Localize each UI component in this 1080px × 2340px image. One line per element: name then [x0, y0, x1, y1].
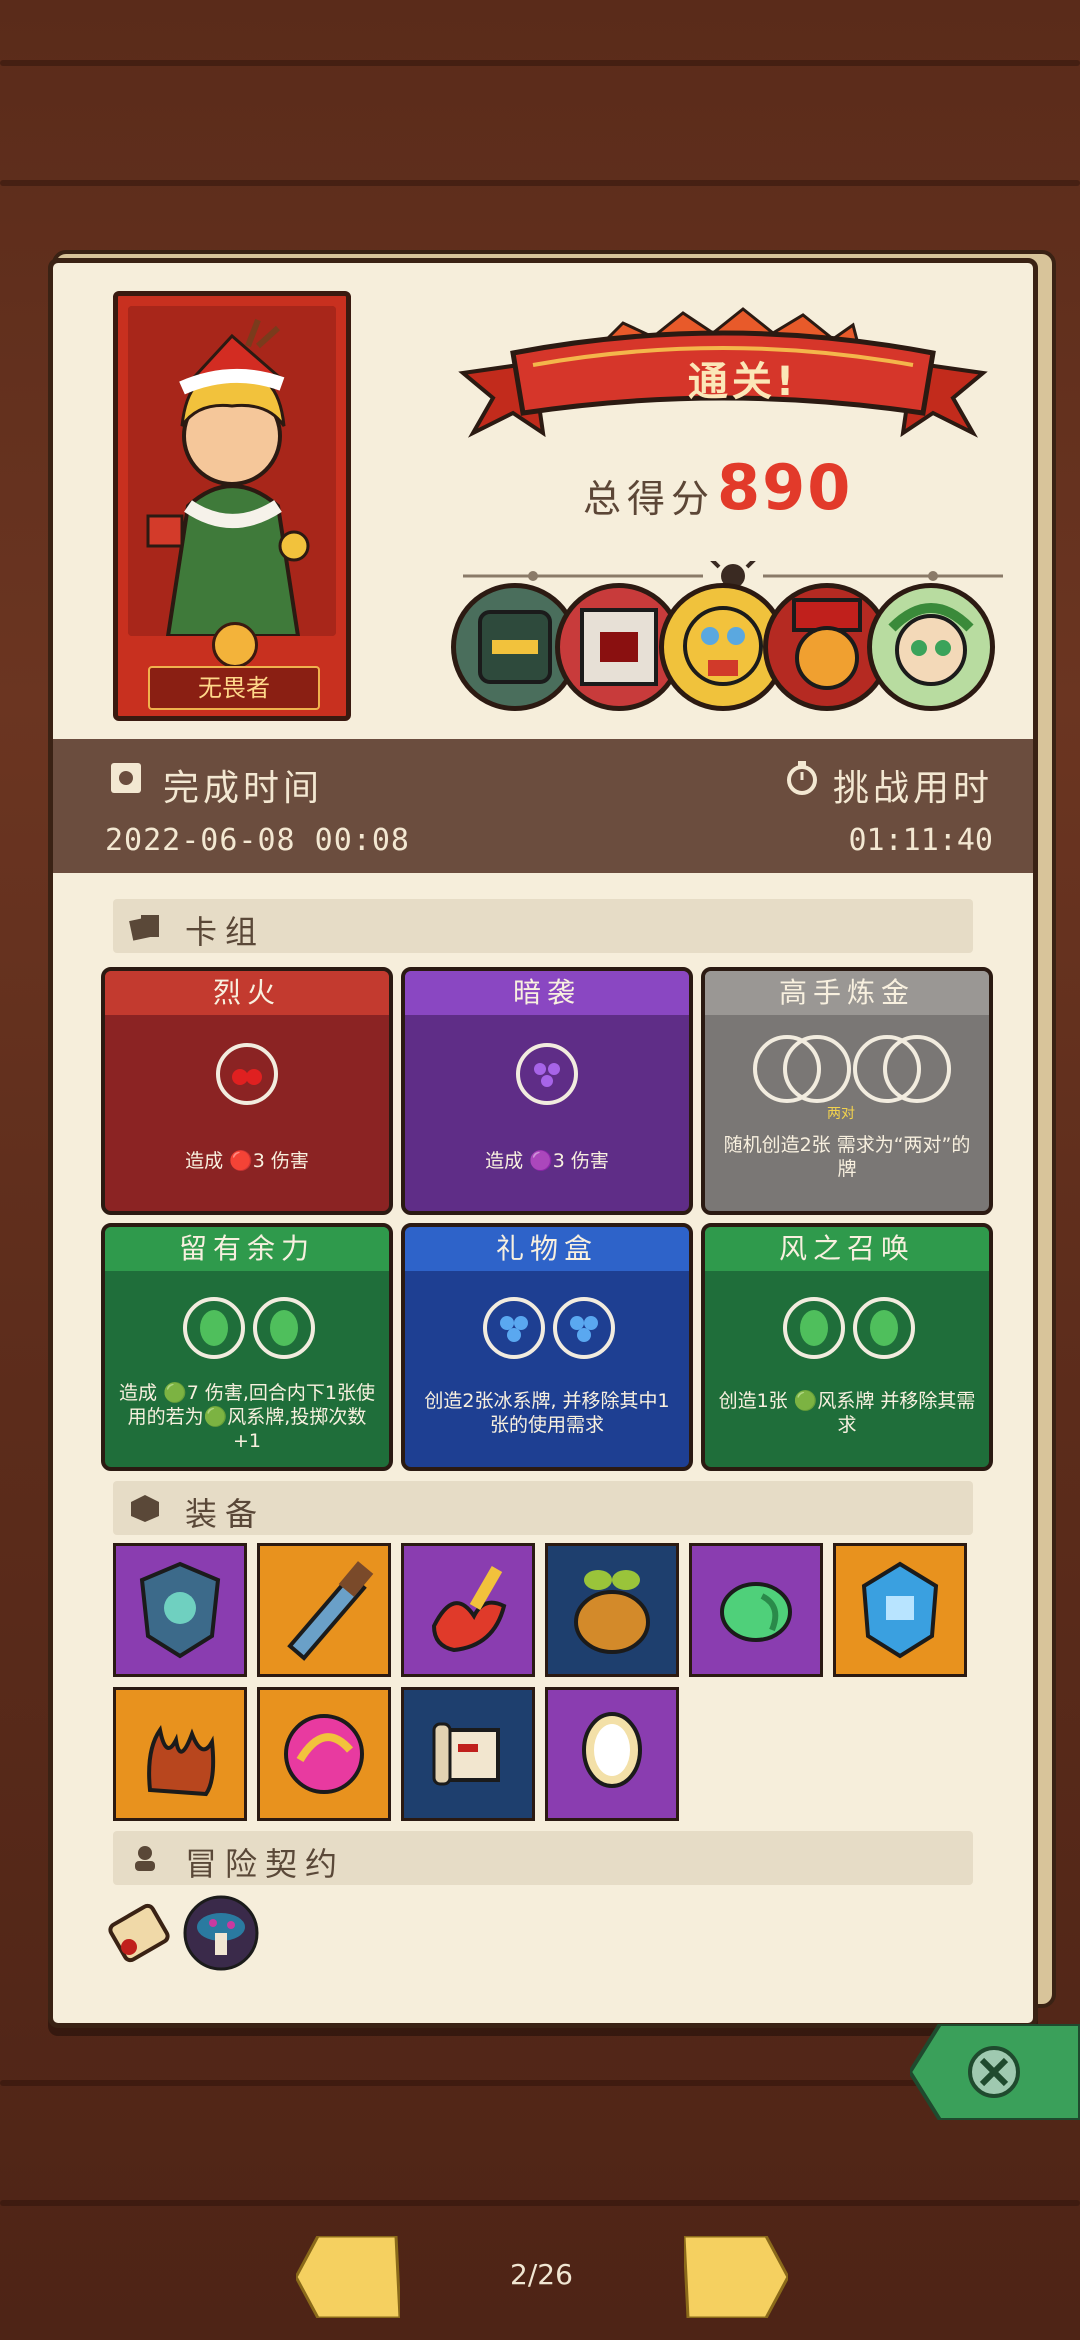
empty-slot-icon [783, 1035, 851, 1103]
card-body: 造成 🟣3 伤害 [405, 1015, 689, 1211]
deck-section-title: 卡组 [185, 913, 266, 951]
score-value: 890 [717, 451, 853, 524]
card-liuyou-yuli[interactable]: 留有余力 造成 🟢7 伤害,回合内下1张使用的若为🟢风系牌,投掷次数+1 [101, 1223, 393, 1471]
prev-page-button[interactable] [296, 2236, 400, 2318]
pink-orb-icon[interactable] [257, 1687, 391, 1821]
box-icon [131, 1495, 159, 1522]
card-body: 造成 🟢7 伤害,回合内下1张使用的若为🟢风系牌,投掷次数+1 [105, 1271, 389, 1467]
score-label: 总得分 [583, 477, 716, 521]
contracts-section-header: 冒险契约 [113, 1831, 973, 1885]
card-description: 创造1张 🟢风系牌 并移除其需求 [718, 1390, 976, 1436]
card-description: 造成 🟣3 伤害 [485, 1150, 609, 1172]
wood-grain [0, 2200, 1080, 2206]
cards-icon [129, 915, 159, 941]
wind-slot-icon [253, 1297, 315, 1359]
saw-blade-icon[interactable] [257, 1543, 391, 1677]
equipment-section-header: 装备 [113, 1481, 973, 1535]
scroll-icon[interactable] [401, 1687, 535, 1821]
ice-crest-icon[interactable] [833, 1543, 967, 1677]
page-indicator: 2/26 [510, 2258, 573, 2291]
requirement-note: 两对 [827, 1106, 855, 1122]
stopwatch-icon [787, 761, 817, 795]
wood-grain [0, 60, 1080, 66]
challenge-time-value: 01:11:40 [848, 823, 994, 858]
card-title: 烈火 [105, 971, 389, 1015]
card-title: 暗袭 [405, 971, 689, 1015]
green-wing-icon[interactable] [689, 1543, 823, 1677]
next-page-button[interactable] [684, 2236, 788, 2318]
card-title: 风之召唤 [705, 1227, 989, 1271]
card-description: 随机创造2张 需求为“两对”的牌 [723, 1134, 971, 1180]
completed-time-value: 2022-06-08 00:08 [105, 823, 410, 858]
equipment-section-title: 装备 [185, 1495, 266, 1533]
card-body: 创造2张冰系牌, 并移除其中1张的使用需求 [405, 1271, 689, 1467]
shield-relic-icon[interactable] [113, 1543, 247, 1677]
wind-slot-icon [183, 1297, 245, 1359]
empty-slot-icon [883, 1035, 951, 1103]
card-body: 创造1张 🟢风系牌 并移除其需求 [705, 1271, 989, 1467]
ice-slot-icon [553, 1297, 615, 1359]
deck-section-header: 卡组 [113, 899, 973, 953]
challenge-time-label: 挑战用时 [832, 768, 993, 809]
film-icon [111, 763, 141, 793]
card-description: 造成 🔴3 伤害 [185, 1150, 309, 1172]
victory-title: 通关! [687, 359, 799, 405]
wood-grain [0, 180, 1080, 186]
ice-slot-icon [483, 1297, 545, 1359]
card-title: 留有余力 [105, 1227, 389, 1271]
parchment-contract-icon[interactable] [101, 1893, 181, 1973]
card-liehuo[interactable]: 烈火 造成 🔴3 伤害 [101, 967, 393, 1215]
card-gaoshou-lianjin[interactable]: 高手炼金 两对 随机创造2张 需求为“两对”的牌 [701, 967, 993, 1215]
card-body: 造成 🔴3 伤害 [105, 1015, 389, 1211]
hero-medal-icon [212, 622, 258, 668]
fire-slot-icon [216, 1043, 278, 1105]
hero-name: 无畏者 [148, 666, 320, 710]
time-bar: 完成时间 挑战用时 2022-06-08 00:08 01:11:40 [53, 739, 1033, 873]
card-title: 高手炼金 [705, 971, 989, 1015]
flame-claw-icon[interactable] [113, 1687, 247, 1821]
card-anxi[interactable]: 暗袭 造成 🟣3 伤害 [401, 967, 693, 1215]
person-icon [135, 1846, 155, 1871]
mirror-icon[interactable] [545, 1687, 679, 1821]
card-body: 两对 随机创造2张 需求为“两对”的牌 [705, 1015, 989, 1211]
contracts-section-title: 冒险契约 [185, 1845, 346, 1883]
card-description: 创造2张冰系牌, 并移除其中1张的使用需求 [424, 1390, 670, 1436]
honey-pot-icon[interactable] [545, 1543, 679, 1677]
wind-slot-icon [853, 1297, 915, 1359]
completed-time-label: 完成时间 [163, 768, 324, 809]
boss-5-icon[interactable] [867, 583, 995, 711]
card-liwu-he[interactable]: 礼物盒 创造2张冰系牌, 并移除其中1张的使用需求 [401, 1223, 693, 1471]
shadow-slot-icon [516, 1043, 578, 1105]
run-summary-panel: 无畏者 通关! 总得分 890 完成时间 挑战用时 2022-06-08 00:… [48, 258, 1038, 2028]
card-description: 造成 🟢7 伤害,回合内下1张使用的若为🟢风系牌,投掷次数+1 [119, 1382, 375, 1452]
wind-slot-icon [783, 1297, 845, 1359]
close-button[interactable] [910, 2024, 1080, 2120]
card-title: 礼物盒 [405, 1227, 689, 1271]
hero-portrait [128, 306, 336, 636]
card-fengzhi-zhaohuan[interactable]: 风之召唤 创造1张 🟢风系牌 并移除其需求 [701, 1223, 993, 1471]
mushroom-contract-icon[interactable] [181, 1893, 261, 1973]
hero-card[interactable]: 无畏者 [113, 291, 351, 721]
defeated-bosses [451, 583, 1031, 713]
fire-dagger-icon[interactable] [401, 1543, 535, 1677]
